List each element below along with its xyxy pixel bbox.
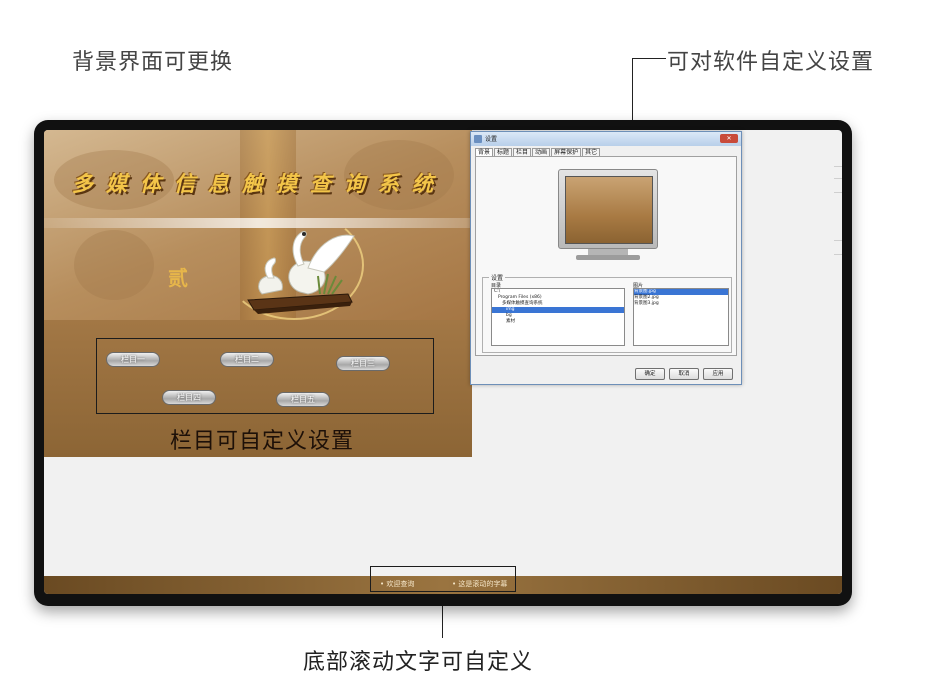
- menu-button-4[interactable]: 栏目四: [162, 390, 216, 405]
- edge-line: [834, 240, 842, 241]
- annotation-menu-customizable: 栏目可自定义设置: [170, 429, 355, 454]
- app-window: 多媒体信息触摸查询系统 贰 栏目一 栏目二 栏目三 栏目四 栏目五 栏目可自定义…: [44, 130, 472, 457]
- preview-screen: [565, 176, 653, 244]
- settings-group: 设置 目录 图片 C:\ Program Files (x86) 多媒体触摸查询…: [482, 273, 732, 353]
- leader-line-settings-h: [632, 58, 666, 59]
- preview-base: [576, 255, 640, 260]
- edge-line: [834, 254, 842, 255]
- directory-tree[interactable]: C:\ Program Files (x86) 多媒体触摸查询系统 img bg…: [491, 288, 625, 346]
- world-map-shape: [74, 230, 154, 300]
- edge-line: [834, 178, 842, 179]
- edge-line: [834, 166, 842, 167]
- cancel-button[interactable]: 取消: [669, 368, 699, 380]
- dialog-panel: 设置 目录 图片 C:\ Program Files (x86) 多媒体触摸查询…: [475, 156, 737, 356]
- annotation-background-changeable: 背景界面可更换: [72, 50, 234, 75]
- close-icon[interactable]: ✕: [720, 134, 738, 143]
- dialog-titlebar[interactable]: 设置 ✕: [471, 132, 741, 146]
- edge-line: [834, 192, 842, 193]
- menu-button-3[interactable]: 栏目三: [336, 356, 390, 371]
- decor-glyph: 贰: [168, 266, 188, 290]
- picture-item[interactable]: 背景图3.jpg: [634, 301, 728, 307]
- annotation-scroll-text: 底部滚动文字可自定义: [303, 650, 534, 675]
- menu-highlight-box: [96, 338, 434, 414]
- menu-button-1[interactable]: 栏目一: [106, 352, 160, 367]
- swan-bonsai-image: [247, 231, 355, 314]
- annotation-software-settings: 可对软件自定义设置: [667, 50, 875, 75]
- preview-monitor-icon: [558, 169, 658, 249]
- app-icon: [474, 135, 482, 143]
- background-preview: [558, 169, 658, 261]
- scroll-highlight-box: [370, 566, 516, 592]
- menu-button-2[interactable]: 栏目二: [220, 352, 274, 367]
- apply-button[interactable]: 应用: [703, 368, 733, 380]
- tree-item[interactable]: 素材: [492, 319, 624, 325]
- group-label: 设置: [489, 273, 506, 282]
- dialog-title: 设置: [485, 136, 498, 143]
- app-title: 多媒体信息触摸查询系统: [72, 171, 446, 196]
- settings-dialog: 设置 ✕ 背景 标题 栏目 动画 屏幕保护 其它 设置 目录 图片 C:\ Pr…: [470, 131, 742, 385]
- menu-button-5[interactable]: 栏目五: [276, 392, 330, 407]
- ok-button[interactable]: 确定: [635, 368, 665, 380]
- picture-list[interactable]: 背景图.jpg 背景图2.jpg 背景图3.jpg: [633, 288, 729, 346]
